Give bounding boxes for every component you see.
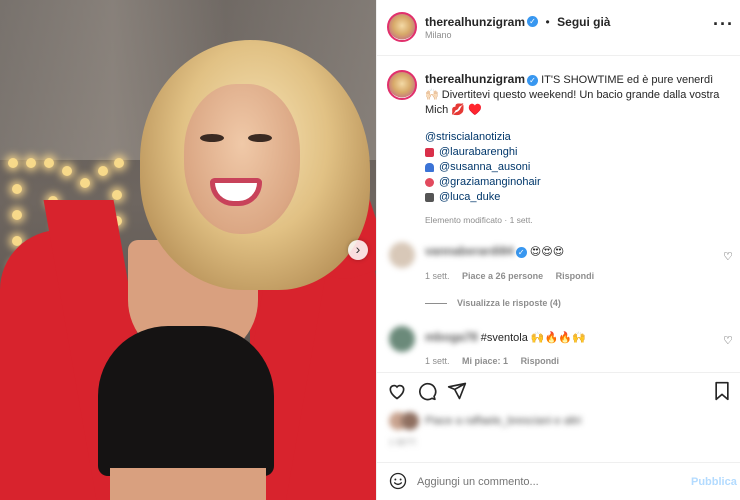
marquee-light xyxy=(12,210,22,220)
comment-time: 1 sett. xyxy=(425,271,450,281)
post-caption: therealhunzigram ✓ IT'S SHOWTIME ed è pur… xyxy=(425,72,725,228)
likes-summary[interactable]: Piace a raffaele_bresciani e altri xyxy=(425,415,581,427)
like-heart-icon[interactable] xyxy=(387,381,407,401)
marquee-light xyxy=(98,166,108,176)
post-photo[interactable]: › xyxy=(0,0,376,500)
comment-meta: 1 sett. Mi piace: 1 Rispondi xyxy=(425,356,559,366)
comment-input[interactable] xyxy=(417,473,677,491)
mention-row: @graziamanginohair xyxy=(425,175,725,190)
mention-row: @susanna_ausoni xyxy=(425,160,725,175)
post-details-panel: therealhunzigram ✓ • Segui già Milano ···… xyxy=(376,0,740,500)
comment-likes[interactable]: Mi piace: 1 xyxy=(462,356,508,366)
author-username[interactable]: therealhunzigram xyxy=(425,15,525,29)
view-replies-button[interactable]: Visualizza le risposte (4) xyxy=(457,298,561,308)
ribbon-icon xyxy=(425,177,434,187)
waist xyxy=(110,468,266,500)
comment-avatar[interactable] xyxy=(389,242,415,268)
edited-note: Elemento modificato · 1 sett. xyxy=(425,215,533,225)
author-line: therealhunzigram ✓ • Segui già xyxy=(425,13,610,31)
black-top xyxy=(98,326,274,476)
mention-susanna-ausoni[interactable]: @susanna_ausoni xyxy=(439,161,530,173)
comment-text: #sventola 🙌🔥🔥🙌 xyxy=(480,332,586,344)
verified-icon: ✓ xyxy=(527,74,539,86)
marquee-light xyxy=(44,158,54,168)
dress-icon xyxy=(425,162,434,172)
face xyxy=(184,84,300,234)
action-bar xyxy=(377,372,740,406)
verified-icon: ✓ xyxy=(515,246,527,258)
post-header: therealhunzigram ✓ • Segui già Milano ··· xyxy=(377,0,740,56)
reply-button[interactable]: Rispondi xyxy=(556,271,595,281)
marquee-light xyxy=(8,158,18,168)
marquee-light xyxy=(112,190,122,200)
liker-avatar xyxy=(401,412,419,430)
left-eye xyxy=(200,134,224,142)
post-location[interactable]: Milano xyxy=(425,30,452,40)
add-comment-bar: Pubblica xyxy=(377,462,740,500)
comment-line: mboga78 #sventola 🙌🔥🔥🙌 xyxy=(425,330,586,344)
comment-text: 😍😍😍 xyxy=(529,246,565,258)
verified-icon: ✓ xyxy=(527,16,539,28)
right-eye xyxy=(248,134,272,142)
replies-divider xyxy=(425,303,447,305)
emoji-icon[interactable] xyxy=(389,472,407,490)
mention-striscialanotizia[interactable]: @striscialanotizia xyxy=(425,130,725,145)
comment-time: 1 sett. xyxy=(425,356,450,366)
more-options-icon[interactable]: ··· xyxy=(713,14,734,35)
comment-icon[interactable] xyxy=(417,381,437,401)
comment-username[interactable]: mboga78 xyxy=(425,330,478,344)
mention-laurabarenghi[interactable]: @laurabarenghi xyxy=(439,146,517,158)
post-date: 1 SETT. xyxy=(389,438,418,447)
comment-like-icon[interactable]: ♡ xyxy=(723,250,733,263)
marquee-light xyxy=(12,184,22,194)
reply-button[interactable]: Rispondi xyxy=(521,356,560,366)
comment-line: vannaberardi84 ✓ 😍😍😍 xyxy=(425,244,564,258)
view-replies-row[interactable]: Visualizza le risposte (4) xyxy=(425,298,561,308)
mention-graziamanginohair[interactable]: @graziamanginohair xyxy=(439,176,541,188)
marquee-light xyxy=(62,166,72,176)
caption-avatar[interactable] xyxy=(387,70,417,100)
comment-meta: 1 sett. Piace a 26 persone Rispondi xyxy=(425,271,594,281)
next-photo-button[interactable]: › xyxy=(348,240,368,260)
comment-like-icon[interactable]: ♡ xyxy=(723,334,733,347)
comment-username[interactable]: vannaberardi84 xyxy=(425,244,514,258)
comment-likes[interactable]: Piace a 26 persone xyxy=(462,271,543,281)
bookmark-icon[interactable] xyxy=(713,381,731,401)
author-avatar[interactable] xyxy=(387,12,417,42)
publish-button[interactable]: Pubblica xyxy=(691,476,737,488)
lipstick-icon xyxy=(425,147,434,157)
caption-username[interactable]: therealhunzigram xyxy=(425,72,525,86)
marquee-light xyxy=(114,158,124,168)
mention-row: @laurabarenghi xyxy=(425,145,725,160)
separator-dot: • xyxy=(545,15,550,29)
marquee-light xyxy=(26,158,36,168)
comment-avatar[interactable] xyxy=(389,326,415,352)
mention-row: @luca_duke xyxy=(425,190,725,205)
share-icon[interactable] xyxy=(447,381,467,401)
marquee-light xyxy=(80,178,90,188)
mention-luca-duke[interactable]: @luca_duke xyxy=(439,191,500,203)
following-button[interactable]: Segui già xyxy=(557,15,610,29)
camera-icon xyxy=(425,192,434,202)
